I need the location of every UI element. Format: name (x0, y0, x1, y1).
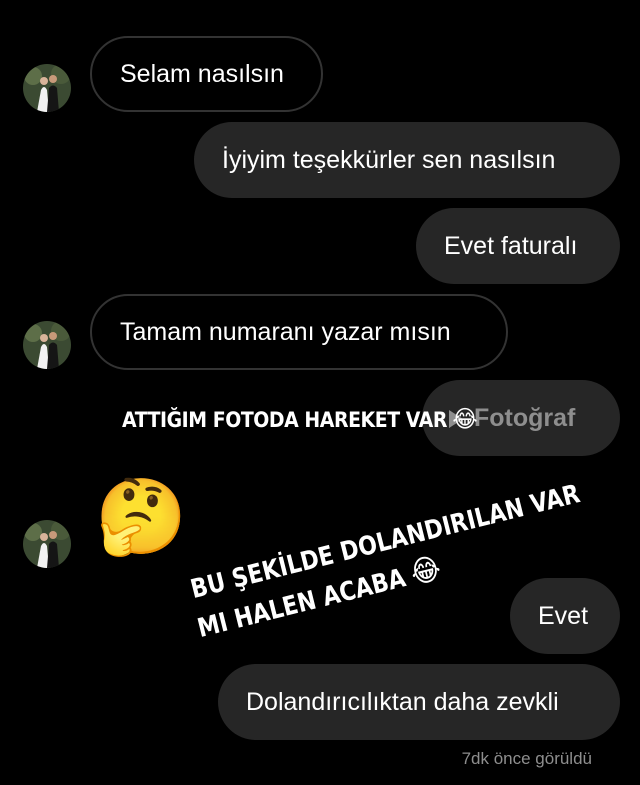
seen-status: 7dk önce görüldü (461, 749, 592, 768)
thinking-emoji: 🤔 (95, 475, 188, 558)
incoming-message[interactable]: Selam nasılsın (90, 36, 323, 112)
incoming-message[interactable]: Tamam numaranı yazar mısın (90, 294, 508, 370)
laughing-emoji: 😂 (452, 405, 478, 433)
outgoing-message[interactable]: Evet (510, 578, 620, 654)
outgoing-message[interactable]: Evet faturalı (416, 208, 620, 284)
avatar-photo-icon (23, 520, 71, 568)
laughing-emoji: 😂 (407, 550, 445, 592)
avatar[interactable] (23, 520, 71, 568)
avatar[interactable] (23, 321, 71, 369)
photo-label: Fotoğraf (474, 404, 576, 432)
outgoing-message[interactable]: İyiyim teşekkürler sen nasılsın (194, 122, 620, 198)
overlay-caption: ATTIĞIM FOTODA HAREKET VAR 😂 (122, 405, 478, 433)
avatar[interactable] (23, 64, 71, 112)
outgoing-message[interactable]: Dolandırıcılıktan daha zevkli (218, 664, 620, 740)
avatar-photo-icon (23, 321, 71, 369)
avatar-photo-icon (23, 64, 71, 112)
